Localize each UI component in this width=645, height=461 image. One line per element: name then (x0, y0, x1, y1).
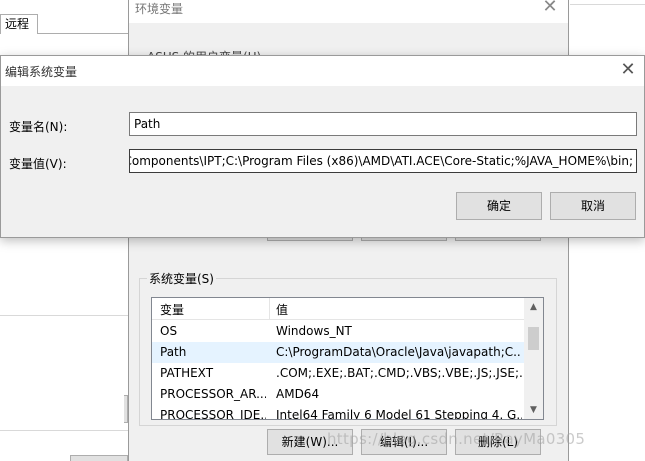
column-header-value[interactable]: 值 (276, 301, 288, 318)
column-divider[interactable] (269, 298, 270, 320)
title-bar: 编辑系统变量 ✕ (1, 56, 644, 86)
variable-value: .COM;.EXE;.BAT;.CMD;.VBS;.VBE;.JS;.JSE;.… (276, 366, 522, 380)
variable-value-label: 变量值(V): (9, 157, 67, 171)
panel-divider (0, 430, 128, 431)
table-row[interactable]: PATHEXT .COM;.EXE;.BAT;.CMD;.VBS;.VBE;.J… (152, 363, 524, 384)
table-row[interactable]: PROCESSOR_AR... AMD64 (152, 384, 524, 405)
title-bar: 环境变量 ✕ (129, 0, 568, 23)
cancel-button[interactable]: 取消 (550, 192, 636, 220)
variable-name-input[interactable] (129, 112, 637, 136)
chevron-down-icon[interactable]: ▼ (524, 401, 543, 419)
tab-remote[interactable]: 远程 (0, 14, 38, 34)
system-variables-label: 系统变量(S) (147, 270, 216, 287)
watermark-text: https://blog.csdn.net/RayMa0305 (327, 430, 586, 448)
dialog-title: 编辑系统变量 (5, 65, 78, 79)
list-header: 变量 值 (152, 298, 524, 320)
dialog-title: 环境变量 (135, 2, 184, 16)
table-row[interactable]: PROCESSOR_IDE... Intel64 Family 6 Model … (152, 405, 524, 420)
ok-button[interactable]: 确定 (456, 192, 542, 220)
chevron-up-icon[interactable]: ▲ (524, 298, 543, 316)
window-edge (570, 4, 645, 5)
edit-system-variable-dialog: 编辑系统变量 ✕ 变量名(N): 变量值(V): Components\IPT;… (0, 55, 645, 238)
table-row-selected[interactable]: Path C:\ProgramData\Oracle\Java\javapath… (152, 342, 524, 363)
variable-name: PATHEXT (160, 366, 214, 380)
variable-value-text: Components\IPT;C:\Program Files (x86)\AM… (129, 154, 633, 168)
variable-name-label: 变量名(N): (9, 120, 68, 134)
variable-value: AMD64 (276, 387, 320, 401)
column-header-variable[interactable]: 变量 (160, 301, 184, 318)
variable-value: C:\ProgramData\Oracle\Java\javapath;C... (276, 345, 522, 359)
vertical-scrollbar[interactable]: ▲ ▼ (524, 298, 543, 419)
variable-value-input[interactable]: Components\IPT;C:\Program Files (x86)\AM… (129, 149, 637, 173)
system-variables-list[interactable]: 变量 值 OS Windows_NT Path C:\ProgramData\O… (151, 297, 544, 420)
close-icon[interactable]: ✕ (538, 0, 562, 19)
panel-divider (0, 315, 128, 316)
tab-divider (38, 33, 128, 34)
variable-name: PROCESSOR_AR... (160, 387, 266, 401)
variable-name: Path (160, 345, 187, 359)
variable-value: Windows_NT (276, 324, 352, 338)
variable-name: OS (160, 324, 178, 338)
hidden-button (70, 455, 128, 461)
scrollbar-thumb[interactable] (528, 327, 539, 350)
table-row[interactable]: OS Windows_NT (152, 321, 524, 342)
variable-name: PROCESSOR_IDE... (160, 408, 266, 420)
close-icon[interactable]: ✕ (616, 59, 640, 83)
variable-value: Intel64 Family 6 Model 61 Stepping 4, G.… (276, 408, 522, 420)
